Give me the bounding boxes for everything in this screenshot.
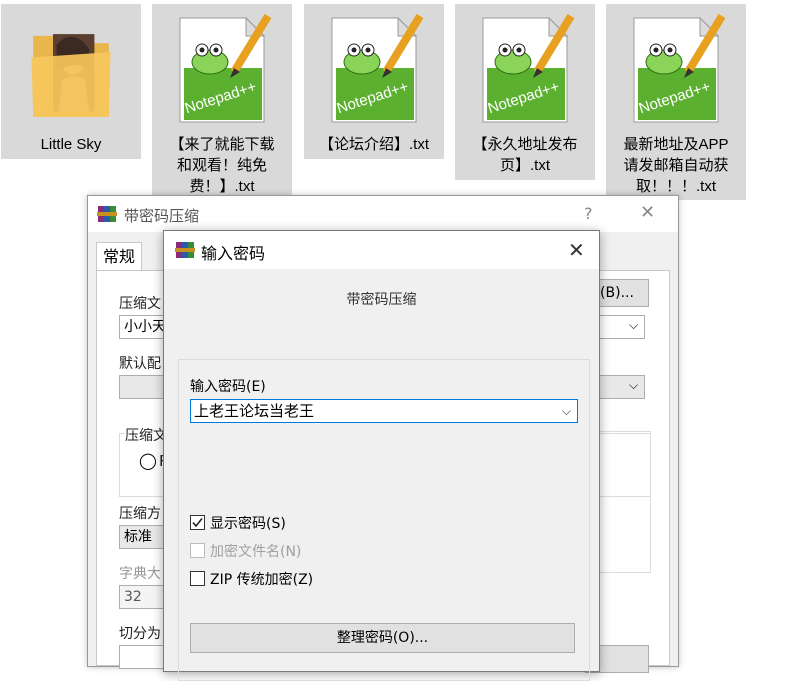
notepad-plus-plus-icon: Notepad++ <box>633 13 726 123</box>
dialog-caption: 带密码压缩 <box>346 292 417 308</box>
window-title: 带密码压缩 <box>124 207 200 225</box>
file-name-line: 请发邮箱自动获 <box>623 157 729 174</box>
zip-legacy-encryption-checkbox[interactable]: ZIP 传统加密(Z) <box>190 569 313 589</box>
chevron-down-icon[interactable]: ⌵ <box>629 378 638 393</box>
format-label: 压缩文 <box>125 425 167 445</box>
checkbox-label: ZIP 传统加密(Z) <box>210 572 314 588</box>
password-label: 输入密码(E) <box>190 379 266 395</box>
file-name-line: 【永久地址发布 <box>472 136 578 153</box>
checkbox-unchecked-icon[interactable] <box>190 571 205 586</box>
winrar-icon <box>97 206 117 222</box>
file-name-line: 最新地址及APP <box>623 136 729 153</box>
chevron-down-icon[interactable]: ⌵ <box>562 400 571 422</box>
chevron-down-icon[interactable]: ⌵ <box>629 318 638 333</box>
file-name-line: 【论坛介绍】.txt <box>318 136 429 153</box>
dialog-title: 输入密码 <box>201 244 266 263</box>
organize-passwords-button[interactable]: 整理密码(O)... <box>190 623 575 653</box>
notepad-plus-plus-icon: Notepad++ <box>482 13 575 123</box>
file-name-line: Little Sky <box>40 136 102 153</box>
profile-label: 默认配 <box>119 356 161 372</box>
notepad-plus-plus-icon: Notepad++ <box>179 13 272 123</box>
desktop-file-txt-3[interactable]: Notepad++ 【永久地址发布 页】.txt <box>455 4 595 180</box>
file-name: Little Sky <box>1 134 141 155</box>
method-label: 压缩方 <box>119 506 161 522</box>
file-name-line: 取！！！.txt <box>635 178 716 195</box>
checkbox-label: 显示密码(S) <box>210 516 286 532</box>
close-button[interactable]: ✕ <box>568 238 585 262</box>
checkbox-unchecked-icon <box>190 543 205 558</box>
winrar-icon <box>175 242 195 258</box>
enter-password-dialog: 输入密码 ✕ 带密码压缩 输入密码(E) 上老王论坛当老王 ⌵ 显示密码(S) … <box>163 230 600 681</box>
password-input[interactable]: 上老王论坛当老王 ⌵ <box>190 399 578 423</box>
file-name: 最新地址及APP 请发邮箱自动获 取！！！.txt <box>606 134 746 197</box>
file-name-line: 页】.txt <box>499 157 550 174</box>
file-name: 【永久地址发布 页】.txt <box>455 134 595 176</box>
file-name-line: 【来了就能下载 <box>169 136 275 153</box>
split-label: 切分为 <box>119 626 161 642</box>
checkbox-label: 加密文件名(N) <box>210 544 302 560</box>
file-name: 【论坛介绍】.txt <box>304 134 444 155</box>
dialog-titlebar[interactable]: 输入密码 ✕ <box>164 231 599 269</box>
show-password-checkbox[interactable]: 显示密码(S) <box>190 513 286 533</box>
desktop-file-txt-1[interactable]: Notepad++ 【来了就能下载 和观看！纯免 费！】.txt <box>152 4 292 200</box>
tab-general[interactable]: 常规 <box>96 242 143 271</box>
checkbox-checked-icon[interactable] <box>190 515 205 530</box>
file-name-line: 费！】.txt <box>189 178 255 195</box>
close-button[interactable]: ✕ <box>640 202 655 223</box>
file-name-line: 和观看！纯免 <box>176 157 267 174</box>
help-button[interactable]: ? <box>584 204 593 223</box>
desktop-file-txt-4[interactable]: Notepad++ 最新地址及APP 请发邮箱自动获 取！！！.txt <box>606 4 746 200</box>
file-name: 【来了就能下载 和观看！纯免 费！】.txt <box>152 134 292 197</box>
notepad-plus-plus-icon: Notepad++ <box>331 13 424 123</box>
folder-icon <box>31 34 111 117</box>
archive-name-label: 压缩文 <box>119 296 161 312</box>
radio-icon[interactable]: ◯ <box>139 451 157 470</box>
password-value: 上老王论坛当老王 <box>194 402 315 420</box>
desktop-file-little-sky[interactable]: Little Sky <box>1 4 141 159</box>
desktop-file-txt-2[interactable]: Notepad++ 【论坛介绍】.txt <box>304 4 444 159</box>
encrypt-filenames-checkbox: 加密文件名(N) <box>190 541 301 561</box>
dict-label: 字典大 <box>119 566 161 582</box>
window-titlebar[interactable]: 带密码压缩 ? ✕ <box>88 196 678 232</box>
